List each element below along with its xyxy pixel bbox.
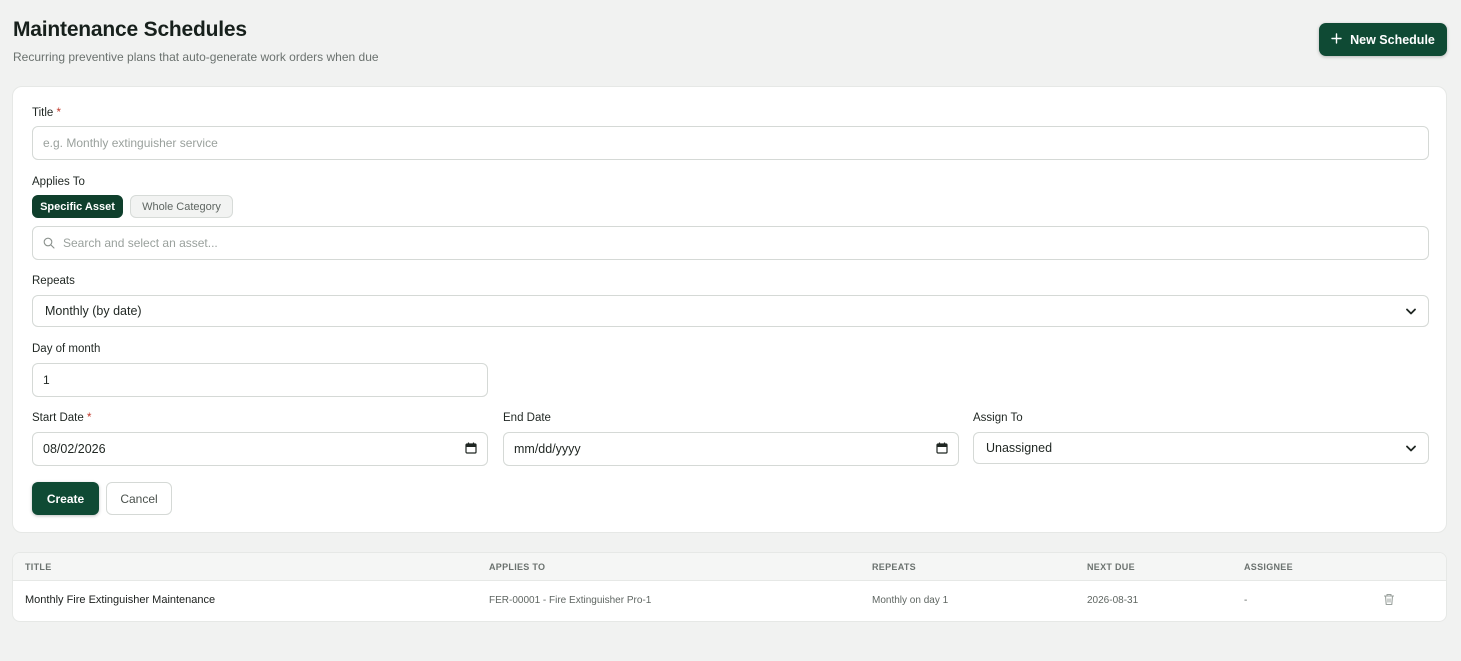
row-repeats: Monthly on day 1 <box>872 595 949 606</box>
schedule-form: Title * Applies To Specific Asset Whole … <box>12 86 1447 533</box>
assign-to-select[interactable]: Unassigned <box>973 432 1429 464</box>
row-next-due: 2026-08-31 <box>1087 595 1139 606</box>
start-date-value: 08/02/2026 <box>43 442 106 456</box>
assign-to-label: Assign To <box>973 412 1023 424</box>
assign-to-value: Unassigned <box>986 441 1053 455</box>
specific-asset-button[interactable]: Specific Asset <box>32 195 123 218</box>
end-date-input[interactable]: mm/dd/yyyy <box>503 432 959 466</box>
table-header: TITLE APPLIES TO REPEATS NEXT DUE ASSIGN… <box>13 553 1446 581</box>
end-date-label: End Date <box>503 412 551 424</box>
cancel-button[interactable]: Cancel <box>106 482 172 515</box>
column-header-applies-to: APPLIES TO <box>489 562 546 572</box>
day-of-month-value: 1 <box>43 373 50 387</box>
row-applies-to: FER-00001 - Fire Extinguisher Pro-1 <box>489 595 652 606</box>
column-header-assignee: ASSIGNEE <box>1244 562 1293 572</box>
plus-icon <box>1331 32 1342 48</box>
table-row[interactable]: Monthly Fire Extinguisher Maintenance FE… <box>13 581 1446 621</box>
column-header-title: TITLE <box>25 562 52 572</box>
column-header-repeats: REPEATS <box>872 562 916 572</box>
page-header: Maintenance Schedules Recurring preventi… <box>13 18 379 64</box>
new-schedule-button[interactable]: New Schedule <box>1319 23 1447 56</box>
required-mark: * <box>56 107 61 119</box>
whole-category-button[interactable]: Whole Category <box>130 195 233 218</box>
title-label: Title * <box>32 107 61 119</box>
chevron-down-icon <box>1406 304 1416 318</box>
page-title: Maintenance Schedules <box>13 18 247 41</box>
end-date-placeholder: mm/dd/yyyy <box>514 442 581 456</box>
trash-icon[interactable] <box>1383 593 1395 611</box>
applies-to-label: Applies To <box>32 176 85 188</box>
repeats-select[interactable]: Monthly (by date) <box>32 295 1429 327</box>
required-mark: * <box>86 412 92 424</box>
day-of-month-label: Day of month <box>32 343 101 355</box>
repeats-value: Monthly (by date) <box>45 304 142 318</box>
page-subtitle: Recurring preventive plans that auto-gen… <box>13 50 379 64</box>
row-assignee: - <box>1244 595 1248 606</box>
calendar-icon[interactable] <box>465 442 477 457</box>
start-date-label: Start Date * <box>32 412 91 424</box>
day-of-month-input[interactable]: 1 <box>32 363 488 397</box>
asset-search-input[interactable] <box>63 228 1428 258</box>
chevron-down-icon <box>1406 441 1416 455</box>
calendar-icon[interactable] <box>936 442 948 457</box>
start-date-input[interactable]: 08/02/2026 <box>32 432 488 466</box>
title-label-text: Title <box>32 107 54 119</box>
create-button[interactable]: Create <box>32 482 99 515</box>
row-title: Monthly Fire Extinguisher Maintenance <box>25 594 216 606</box>
start-date-label-text: Start Date <box>32 412 84 424</box>
new-schedule-label: New Schedule <box>1350 32 1435 47</box>
search-icon <box>35 237 63 249</box>
schedules-table: TITLE APPLIES TO REPEATS NEXT DUE ASSIGN… <box>12 552 1447 622</box>
repeats-label: Repeats <box>32 275 75 287</box>
title-input[interactable] <box>32 126 1429 160</box>
asset-search-field[interactable] <box>32 226 1429 260</box>
column-header-next-due: NEXT DUE <box>1087 562 1135 572</box>
